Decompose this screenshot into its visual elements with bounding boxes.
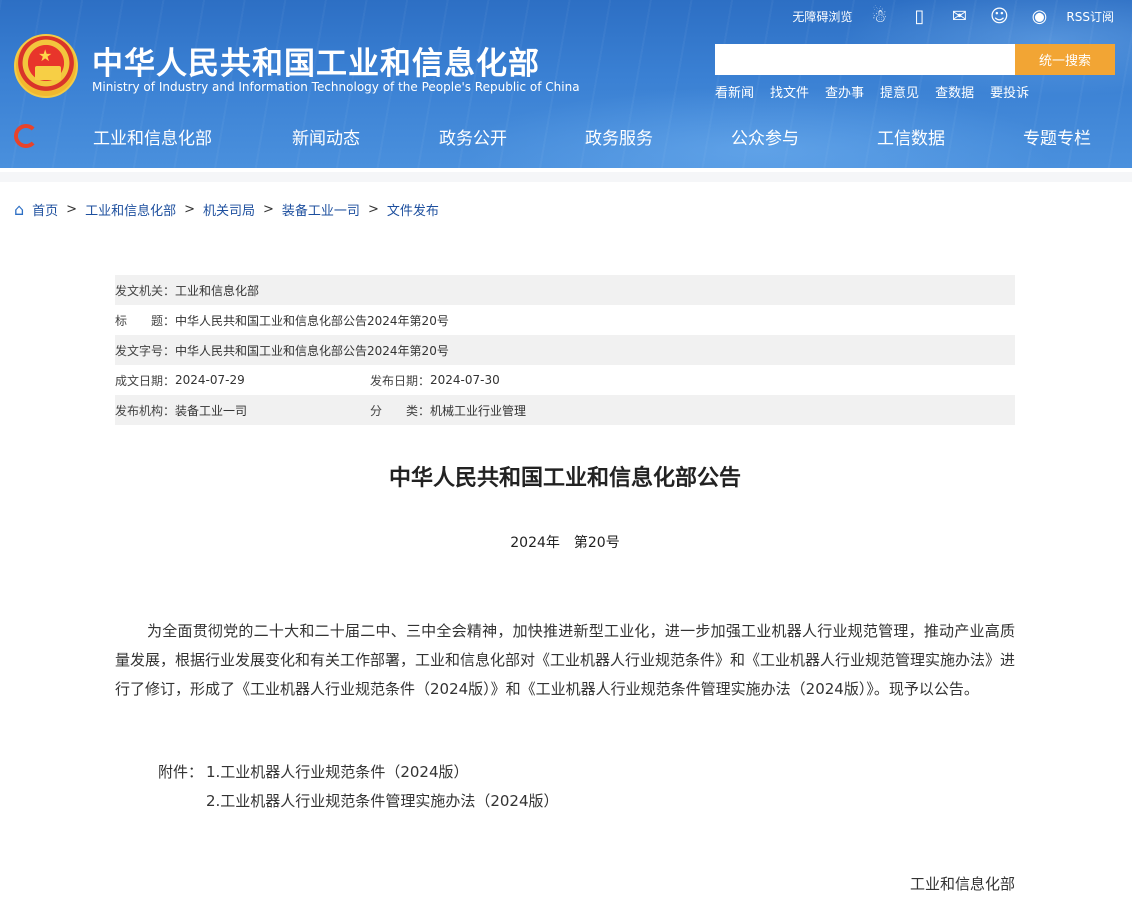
meta-created-cell: 成文日期： 2024-07-29 [115,372,370,389]
attachments-spacer [158,787,206,816]
nav-item-data[interactable]: 工信数据 [877,124,945,149]
breadcrumb-home[interactable]: 首页 [32,200,58,219]
meta-label: 发文字号： [115,343,176,358]
meta-label: 发布日期： [370,373,431,388]
article-title: 中华人民共和国工业和信息化部公告 [388,466,741,491]
breadcrumb-departments[interactable]: 机关司局 [203,200,255,219]
main-nav: 工业和信息化部 新闻动态 政务公开 政务服务 公众参与 工信数据 专题专栏 [0,112,1132,160]
breadcrumb-ministry[interactable]: 工业和信息化部 [85,200,176,219]
nav-logo-icon[interactable] [14,124,38,148]
meta-label: 发布机构： [115,403,176,418]
article-signature: 工业和信息化部 [909,875,1015,893]
quick-link-services[interactable]: 查办事 [825,82,864,101]
attachments: 附件： 1.工业机器人行业规范条件（2024版） 2.工业机器人行业规范条件管理… [158,758,559,816]
search-button[interactable]: 统一搜索 [1015,44,1115,75]
nav-item-participation[interactable]: 公众参与 [731,124,799,149]
nav-item-services[interactable]: 政务服务 [585,124,653,149]
meta-category-value: 机械工业行业管理 [430,403,527,418]
site-title[interactable]: 中华人民共和国工业和信息化部 [92,38,540,83]
breadcrumb: ⌂ 首页 > 工业和信息化部 > 机关司局 > 装备工业一司 > 文件发布 [14,200,439,219]
meta-created-value: 2024-07-29 [175,373,245,387]
meta-title-value: 中华人民共和国工业和信息化部公告2024年第20号 [175,313,449,328]
breadcrumb-separator: > [184,202,195,217]
attachment-row: 2.工业机器人行业规范条件管理实施办法（2024版） [158,787,559,816]
attachments-label: 附件： [158,763,204,781]
nav-item-news[interactable]: 新闻动态 [292,124,360,149]
meta-org-cell: 发布机构： 装备工业一司 [115,402,370,419]
site-subtitle: Ministry of Industry and Information Tec… [92,80,580,94]
attachment-row: 附件： 1.工业机器人行业规范条件（2024版） [158,758,559,787]
accessibility-link[interactable]: 无障碍浏览 [792,4,852,28]
rss-link[interactable]: RSS订阅 [1066,4,1114,28]
mail-icon[interactable]: ✉ [946,4,972,28]
quick-links: 看新闻 找文件 查办事 提意见 查数据 要投诉 [715,82,1029,101]
meta-label: 成文日期： [115,373,176,388]
meta-label: 发文机关： [115,283,176,298]
nav-item-ministry[interactable]: 工业和信息化部 [93,124,212,149]
person-icon[interactable]: ☃ [866,4,892,28]
meta-row-org: 发布机构： 装备工业一司 分 类： 机械工业行业管理 [115,395,1015,425]
meta-label: 分 类： [370,403,431,418]
breadcrumb-separator: > [263,202,274,217]
meta-row-doc-no: 发文字号： 中华人民共和国工业和信息化部公告2024年第20号 [115,335,1015,365]
article-body: 为全面贯彻党的二十大和二十届二中、三中全会精神，加快推进新型工业化，进一步加强工… [115,622,1016,698]
meta-label: 标 题： [115,313,176,328]
home-icon[interactable]: ⌂ [14,200,24,219]
breadcrumb-separator: > [367,202,379,217]
quick-link-news[interactable]: 看新闻 [715,82,754,101]
meta-published-value: 2024-07-30 [430,373,500,387]
quick-link-data[interactable]: 查数据 [935,82,974,101]
breadcrumb-documents[interactable]: 文件发布 [387,200,439,219]
weibo-icon[interactable]: ◉ [1026,4,1052,28]
meta-issuer-value: 工业和信息化部 [175,283,260,298]
attachment-link[interactable]: 1.工业机器人行业规范条件（2024版） [206,758,469,787]
search-input[interactable] [715,44,1015,75]
meta-published-cell: 发布日期： 2024-07-30 [370,372,500,389]
meta-row-issuer: 发文机关： 工业和信息化部 [115,275,1015,305]
quick-link-complaint[interactable]: 要投诉 [990,82,1029,101]
site-header: ★ 中华人民共和国工业和信息化部 Ministry of Industry an… [0,0,1132,168]
top-utility-bar: 无障碍浏览 ☃ ▯ ✉ ☺ ◉ RSS订阅 [792,4,1114,28]
meta-row-title: 标 题： 中华人民共和国工业和信息化部公告2024年第20号 [115,305,1015,335]
meta-org-value: 装备工业一司 [175,403,248,418]
wechat-icon[interactable]: ☺ [986,4,1012,28]
nav-item-gov-affairs[interactable]: 政务公开 [439,124,507,149]
meta-doc-no-value: 中华人民共和国工业和信息化部公告2024年第20号 [175,343,449,358]
breadcrumb-equipment-dept[interactable]: 装备工业一司 [282,200,360,219]
national-emblem-icon: ★ [14,34,78,98]
mobile-icon[interactable]: ▯ [906,4,932,28]
header-divider [0,172,1132,182]
document-metadata-table: 发文机关： 工业和信息化部 标 题： 中华人民共和国工业和信息化部公告2024年… [115,275,1015,425]
quick-link-feedback[interactable]: 提意见 [880,82,919,101]
breadcrumb-separator: > [66,202,78,217]
article-number: 2024年 第20号 [510,535,620,551]
quick-link-files[interactable]: 找文件 [770,82,809,101]
attachment-link[interactable]: 2.工业机器人行业规范条件管理实施办法（2024版） [206,787,559,816]
nav-item-topics[interactable]: 专题专栏 [1023,124,1091,149]
meta-category-cell: 分 类： 机械工业行业管理 [370,402,526,419]
meta-row-dates: 成文日期： 2024-07-29 发布日期： 2024-07-30 [115,365,1015,395]
